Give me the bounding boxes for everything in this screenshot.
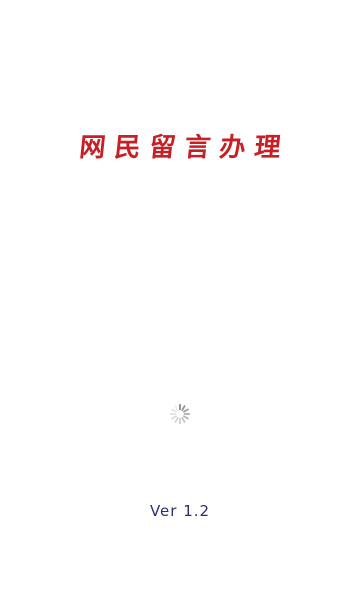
loading-spinner-icon (169, 403, 191, 425)
version-label: Ver 1.2 (149, 502, 211, 520)
splash-screen: 网民留言办理 Ver 1.2 (0, 0, 360, 600)
app-title: 网民留言办理 (77, 133, 292, 163)
